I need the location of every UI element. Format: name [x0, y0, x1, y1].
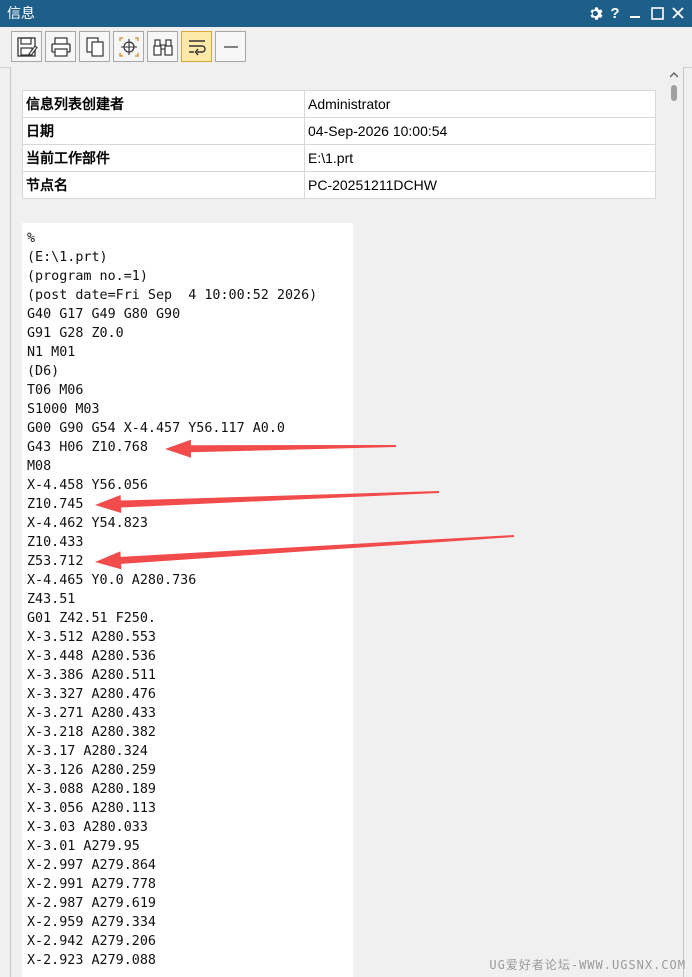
- code-line: G40 G17 G49 G80 G90: [27, 307, 181, 322]
- code-line: X-3.088 A280.189: [27, 782, 156, 797]
- window-titlebar: 信息 ?: [0, 0, 692, 27]
- code-line: %: [27, 231, 36, 246]
- code-line: X-3.126 A280.259: [27, 763, 156, 778]
- collapse-button[interactable]: [215, 31, 246, 62]
- find-button[interactable]: [147, 31, 178, 62]
- scroll-up-icon[interactable]: [670, 71, 678, 79]
- code-line: X-4.462 Y54.823: [27, 516, 148, 531]
- binoculars-icon: [152, 38, 173, 56]
- info-row: 当前工作部件 E:\1.prt: [22, 144, 656, 172]
- minimize-icon[interactable]: [626, 3, 644, 23]
- info-row: 节点名 PC-20251211DCHW: [22, 171, 656, 199]
- code-line: Z10.745: [27, 497, 84, 512]
- info-row: 日期 04-Sep-2026 10:00:54: [22, 117, 656, 145]
- window-title: 信息: [7, 5, 35, 21]
- code-line: X-2.991 A279.778: [27, 877, 156, 892]
- watermark: UG爱好者论坛-WWW.UGSNX.COM: [489, 958, 686, 972]
- info-label: 节点名: [22, 171, 305, 199]
- code-line: Z53.712: [27, 554, 84, 569]
- code-line: X-2.997 A279.864: [27, 858, 156, 873]
- code-line: X-4.458 Y56.056: [27, 478, 148, 493]
- toolbar: [0, 27, 692, 68]
- code-line: Z43.51: [27, 592, 76, 607]
- scrollbar-thumb[interactable]: [671, 85, 677, 101]
- code-line: Z10.433: [27, 535, 84, 550]
- crosshair-icon: [118, 36, 139, 57]
- code-line: X-3.327 A280.476: [27, 687, 156, 702]
- code-line: G00 G90 G54 X-4.457 Y56.117 A0.0: [27, 421, 285, 436]
- code-line: S1000 M03: [27, 402, 100, 417]
- code-line: G01 Z42.51 F250.: [27, 611, 156, 626]
- code-line: (program no.=1): [27, 269, 148, 284]
- info-value: 04-Sep-2026 10:00:54: [304, 117, 656, 145]
- code-line: X-3.218 A280.382: [27, 725, 156, 740]
- code-line: M08: [27, 459, 52, 474]
- code-line: X-3.056 A280.113: [27, 801, 156, 816]
- info-table: 信息列表创建者 Administrator 日期 04-Sep-2026 10:00:…: [22, 90, 656, 199]
- code-line: X-3.271 A280.433: [27, 706, 156, 721]
- info-value: E:\1.prt: [304, 144, 656, 172]
- copy-icon: [85, 36, 104, 57]
- code-line: X-3.512 A280.553: [27, 630, 156, 645]
- code-line: X-3.03 A280.033: [27, 820, 148, 835]
- code-line: X-2.987 A279.619: [27, 896, 156, 911]
- save-icon: [16, 36, 38, 57]
- copy-button[interactable]: [79, 31, 110, 62]
- save-button[interactable]: [11, 31, 42, 62]
- info-label: 当前工作部件: [22, 144, 305, 172]
- print-button[interactable]: [45, 31, 76, 62]
- word-wrap-icon: [188, 39, 206, 55]
- code-line: G43 H06 Z10.768: [27, 440, 148, 455]
- close-icon[interactable]: [669, 3, 687, 23]
- printer-icon: [50, 36, 71, 57]
- code-line: X-2.959 A279.334: [27, 915, 156, 930]
- info-label: 日期: [22, 117, 305, 145]
- code-line: X-3.448 A280.536: [27, 649, 156, 664]
- info-value: Administrator: [304, 90, 656, 118]
- info-content: 信息列表创建者 Administrator 日期 04-Sep-2026 10:00:…: [10, 67, 684, 977]
- help-icon[interactable]: ?: [606, 3, 624, 23]
- code-line: X-3.01 A279.95: [27, 839, 140, 854]
- code-line: (E:\1.prt): [27, 250, 108, 265]
- code-line: G91 G28 Z0.0: [27, 326, 124, 341]
- code-line: X-2.942 A279.206: [27, 934, 156, 949]
- code-line: (post date=Fri Sep 4 10:00:52 2026): [27, 288, 318, 303]
- nc-code-lines: % (E:\1.prt) (program no.=1) (post date=Fri…: [22, 223, 353, 970]
- code-line: N1 M01: [27, 345, 76, 360]
- info-row: 信息列表创建者 Administrator: [22, 90, 656, 118]
- info-value: PC-20251211DCHW: [304, 171, 656, 199]
- word-wrap-button[interactable]: [181, 31, 212, 62]
- code-line: X-3.386 A280.511: [27, 668, 156, 683]
- minus-icon: [223, 45, 238, 48]
- code-line: X-2.923 A279.088: [27, 953, 156, 968]
- code-line: (D6): [27, 364, 60, 379]
- code-line: T06 M06: [27, 383, 84, 398]
- maximize-icon[interactable]: [648, 3, 666, 23]
- select-point-button[interactable]: [113, 31, 144, 62]
- code-line: X-3.17 A280.324: [27, 744, 148, 759]
- gear-icon[interactable]: [587, 3, 605, 23]
- code-line: X-4.465 Y0.0 A280.736: [27, 573, 197, 588]
- info-label: 信息列表创建者: [22, 90, 305, 118]
- nc-code-panel: % (E:\1.prt) (program no.=1) (post date=Fri…: [22, 223, 353, 977]
